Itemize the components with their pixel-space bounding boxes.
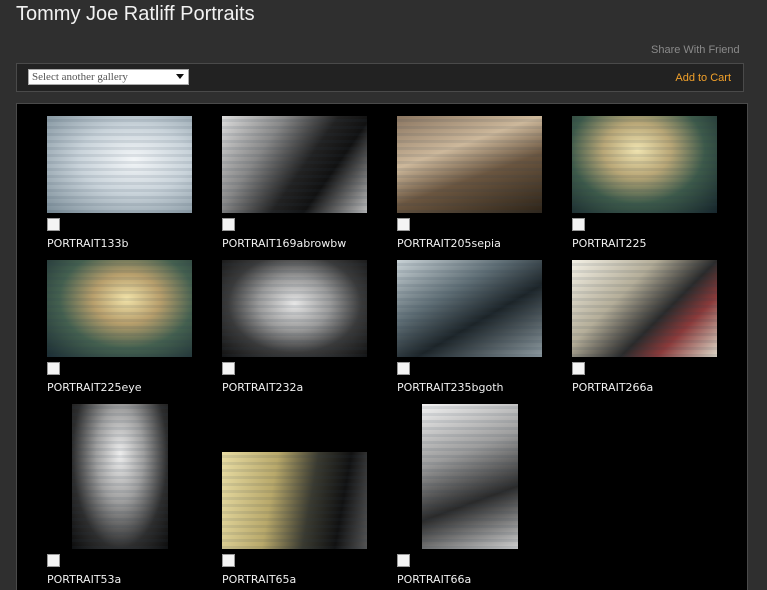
photo-thumbnail[interactable] bbox=[572, 260, 717, 357]
photo-thumbnail[interactable] bbox=[422, 404, 518, 549]
gallery-toolbar: Select another gallery Add to Cart bbox=[16, 63, 744, 92]
photo-thumbnail[interactable] bbox=[222, 116, 367, 213]
photo-label: PORTRAIT169abrowbw bbox=[222, 237, 347, 250]
photo-label: PORTRAIT235bgoth bbox=[397, 381, 504, 394]
photo-thumbnail[interactable] bbox=[47, 260, 192, 357]
photo-select-checkbox[interactable] bbox=[222, 554, 235, 567]
photo-label: PORTRAIT225 bbox=[572, 237, 647, 250]
photo-thumbnail[interactable] bbox=[397, 116, 542, 213]
photo-select-checkbox[interactable] bbox=[222, 362, 235, 375]
photo-select-checkbox[interactable] bbox=[397, 362, 410, 375]
photo-select-checkbox[interactable] bbox=[572, 218, 585, 231]
photo-label: PORTRAIT225eye bbox=[47, 381, 142, 394]
photo-select-checkbox[interactable] bbox=[572, 362, 585, 375]
photo-label: PORTRAIT53a bbox=[47, 573, 122, 586]
photo-thumbnail[interactable] bbox=[72, 404, 168, 549]
photo-select-checkbox[interactable] bbox=[222, 218, 235, 231]
photo-label: PORTRAIT65a bbox=[222, 573, 297, 586]
gallery-select-placeholder: Select another gallery bbox=[32, 71, 128, 83]
photo-thumbnail[interactable] bbox=[572, 116, 717, 213]
photo-select-checkbox[interactable] bbox=[47, 218, 60, 231]
photo-label: PORTRAIT133b bbox=[47, 237, 129, 250]
photo-label: PORTRAIT66a bbox=[397, 573, 472, 586]
photo-label: PORTRAIT205sepia bbox=[397, 237, 501, 250]
photo-label: PORTRAIT266a bbox=[572, 381, 654, 394]
gallery-select[interactable]: Select another gallery bbox=[28, 69, 189, 85]
dropdown-arrow-icon bbox=[176, 74, 184, 79]
photo-label: PORTRAIT232a bbox=[222, 381, 304, 394]
photo-select-checkbox[interactable] bbox=[47, 362, 60, 375]
photo-select-checkbox[interactable] bbox=[397, 218, 410, 231]
photo-thumbnail[interactable] bbox=[222, 260, 367, 357]
photo-grid: PORTRAIT133b PORTRAIT169abrowbw PORTRAIT… bbox=[16, 103, 748, 590]
share-with-friend-link[interactable]: Share With Friend bbox=[651, 44, 740, 56]
photo-select-checkbox[interactable] bbox=[47, 554, 60, 567]
photo-select-checkbox[interactable] bbox=[397, 554, 410, 567]
add-to-cart-button[interactable]: Add to Cart bbox=[675, 72, 731, 84]
photo-thumbnail[interactable] bbox=[397, 260, 542, 357]
photo-thumbnail[interactable] bbox=[222, 452, 367, 549]
photo-thumbnail[interactable] bbox=[47, 116, 192, 213]
page-title: Tommy Joe Ratliff Portraits bbox=[16, 3, 255, 25]
